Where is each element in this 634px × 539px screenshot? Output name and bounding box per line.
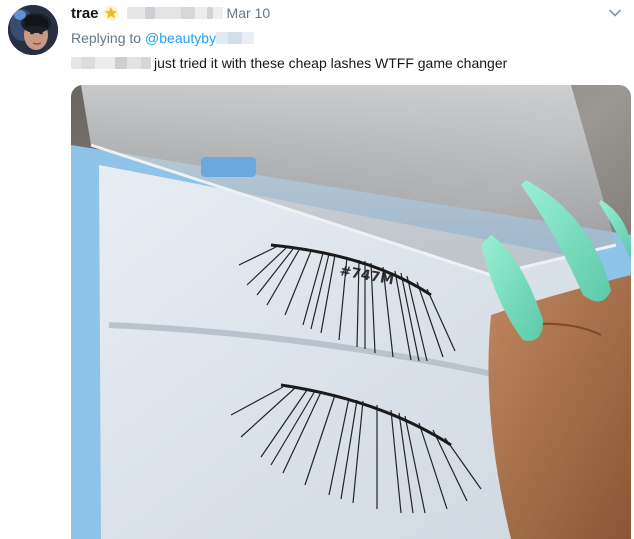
replying-to-label: Replying to bbox=[71, 30, 142, 46]
redacted-mention bbox=[71, 57, 151, 69]
star-badge-icon bbox=[103, 5, 119, 21]
avatar[interactable] bbox=[8, 5, 58, 55]
tweet-text: just tried it with these cheap lashes WT… bbox=[154, 55, 508, 71]
tweet-text-line: just tried it with these cheap lashes WT… bbox=[71, 55, 507, 71]
tweet-header: trae Mar 10 bbox=[71, 2, 270, 24]
chevron-down-icon[interactable] bbox=[608, 6, 622, 20]
tweet-date[interactable]: Mar 10 bbox=[227, 5, 271, 21]
avatar-image bbox=[8, 5, 58, 55]
redacted-reply-handle bbox=[216, 32, 255, 44]
tweet-photo[interactable]: #747M bbox=[71, 85, 631, 539]
redacted-handle bbox=[126, 7, 223, 19]
replying-to-handle[interactable]: @beautyby bbox=[145, 30, 216, 46]
replying-to: Replying to @beautyby bbox=[71, 30, 255, 46]
tweet-card: trae Mar 10 Replying to @beautyby just t… bbox=[0, 0, 634, 539]
lashes-photo: #747M bbox=[71, 85, 631, 539]
author-name[interactable]: trae bbox=[71, 5, 99, 22]
